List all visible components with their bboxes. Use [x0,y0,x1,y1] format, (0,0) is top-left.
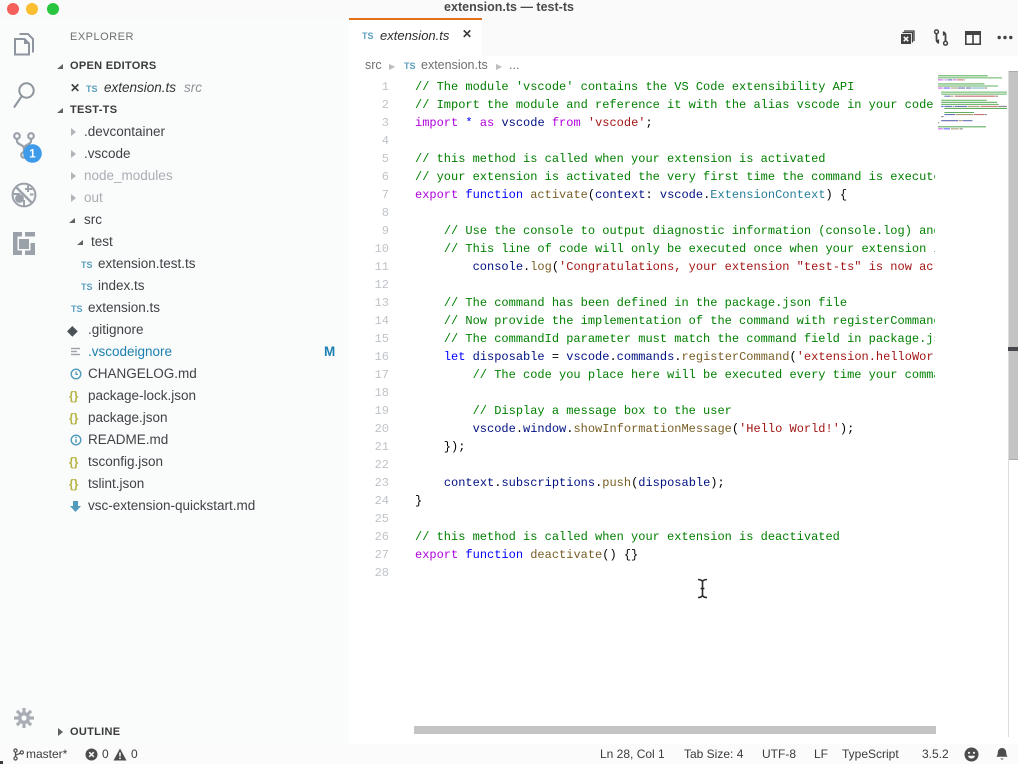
svg-text:1: 1 [29,149,36,161]
